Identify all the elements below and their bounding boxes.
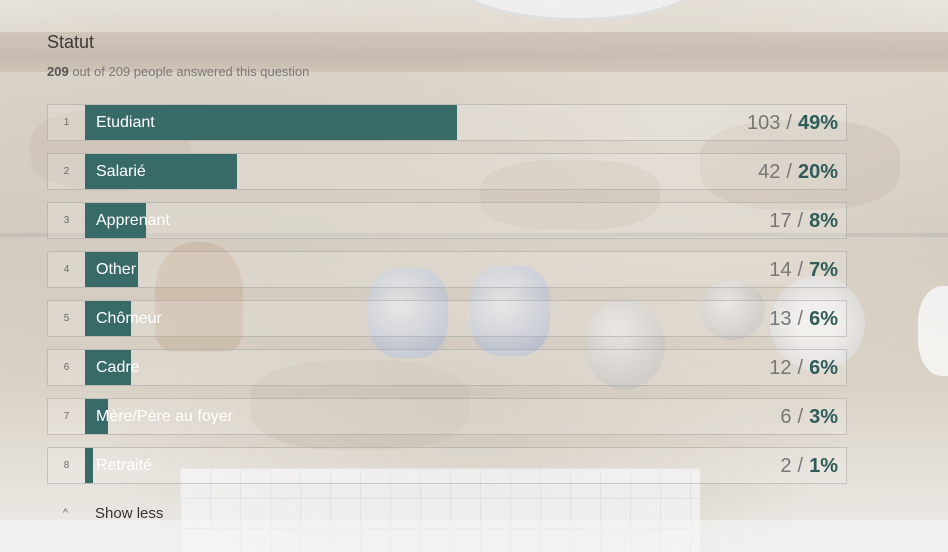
answer-row: 2 Salarié 42/20% xyxy=(47,153,847,190)
answer-row: 5 Chômeur 13/6% xyxy=(47,300,847,337)
answer-summary: 209 out of 209 people answered this ques… xyxy=(47,63,847,81)
answer-rank: 5 xyxy=(63,313,70,324)
answer-rank: 7 xyxy=(63,411,70,422)
question-panel: Statut 209 out of 209 people answered th… xyxy=(47,26,847,522)
answer-label: Mère/Père au foyer xyxy=(96,408,233,425)
answer-rank: 8 xyxy=(63,460,70,471)
answer-count: 17 xyxy=(769,210,792,232)
answer-value: 17/8% xyxy=(769,203,838,238)
value-separator: / xyxy=(786,112,792,134)
answer-label: Salarié xyxy=(96,163,146,180)
question-title: Statut xyxy=(47,32,95,52)
show-less-button[interactable]: ^ Show less xyxy=(47,496,845,531)
answer-row: 3 Apprenant 17/8% xyxy=(47,202,847,239)
answer-row: 4 Other 14/7% xyxy=(47,251,847,288)
answer-percent: 49% xyxy=(797,112,838,134)
answer-count: 13 xyxy=(769,308,792,330)
show-less-label: Show less xyxy=(95,505,164,522)
answer-value: 42/20% xyxy=(758,154,838,189)
answer-value: 13/6% xyxy=(769,301,838,336)
answer-count: 14 xyxy=(769,259,792,281)
lamp-decoration xyxy=(918,286,948,376)
answer-value: 103/49% xyxy=(747,105,838,140)
answer-label: Retraité xyxy=(96,457,153,474)
plate-decoration xyxy=(455,0,701,21)
answer-row: 8 Retraité 2/1% xyxy=(47,447,847,484)
answer-count: 6 xyxy=(780,406,792,428)
answered-suffix: out of 209 people answered this question xyxy=(72,64,310,79)
answer-percent: 6% xyxy=(809,357,838,379)
answer-row: 6 Cadre 12/6% xyxy=(47,349,847,386)
value-separator: / xyxy=(786,161,792,183)
answered-count: 209 xyxy=(47,64,69,79)
answer-label: Etudiant xyxy=(96,114,155,131)
answer-count: 42 xyxy=(758,161,781,183)
answer-rank: 3 xyxy=(63,215,70,226)
answer-value: 12/6% xyxy=(769,350,838,385)
answer-rank: 6 xyxy=(63,362,70,373)
answer-percent: 6% xyxy=(809,308,838,330)
answer-label: Other xyxy=(96,261,137,278)
value-separator: / xyxy=(797,406,804,428)
answer-value: 2/1% xyxy=(780,448,838,483)
value-separator: / xyxy=(797,357,804,379)
answer-percent: 20% xyxy=(797,161,838,183)
answer-value: 6/3% xyxy=(780,399,838,434)
answer-rank: 4 xyxy=(63,264,70,275)
value-separator: / xyxy=(797,259,804,281)
answer-percent: 1% xyxy=(809,455,838,477)
answer-percent: 3% xyxy=(809,406,838,428)
value-separator: / xyxy=(797,308,804,330)
chevron-up-icon: ^ xyxy=(62,507,69,519)
answer-percent: 8% xyxy=(809,210,838,232)
answer-count: 103 xyxy=(747,112,781,134)
answer-value: 14/7% xyxy=(769,252,838,287)
value-separator: / xyxy=(797,210,804,232)
answer-row: 1 Etudiant 103/49% xyxy=(47,104,847,141)
answer-rank: 1 xyxy=(63,117,70,128)
answer-percent: 7% xyxy=(809,259,838,281)
answer-label: Chômeur xyxy=(96,310,162,327)
answer-row: 7 Mère/Père au foyer 6/3% xyxy=(47,398,847,435)
answer-label: Cadre xyxy=(96,359,140,376)
answer-bar xyxy=(85,448,93,483)
value-separator: / xyxy=(797,455,804,477)
answer-count: 12 xyxy=(769,357,792,379)
answer-count: 2 xyxy=(780,455,792,477)
answer-rank: 2 xyxy=(63,166,70,177)
answer-label: Apprenant xyxy=(96,212,170,229)
